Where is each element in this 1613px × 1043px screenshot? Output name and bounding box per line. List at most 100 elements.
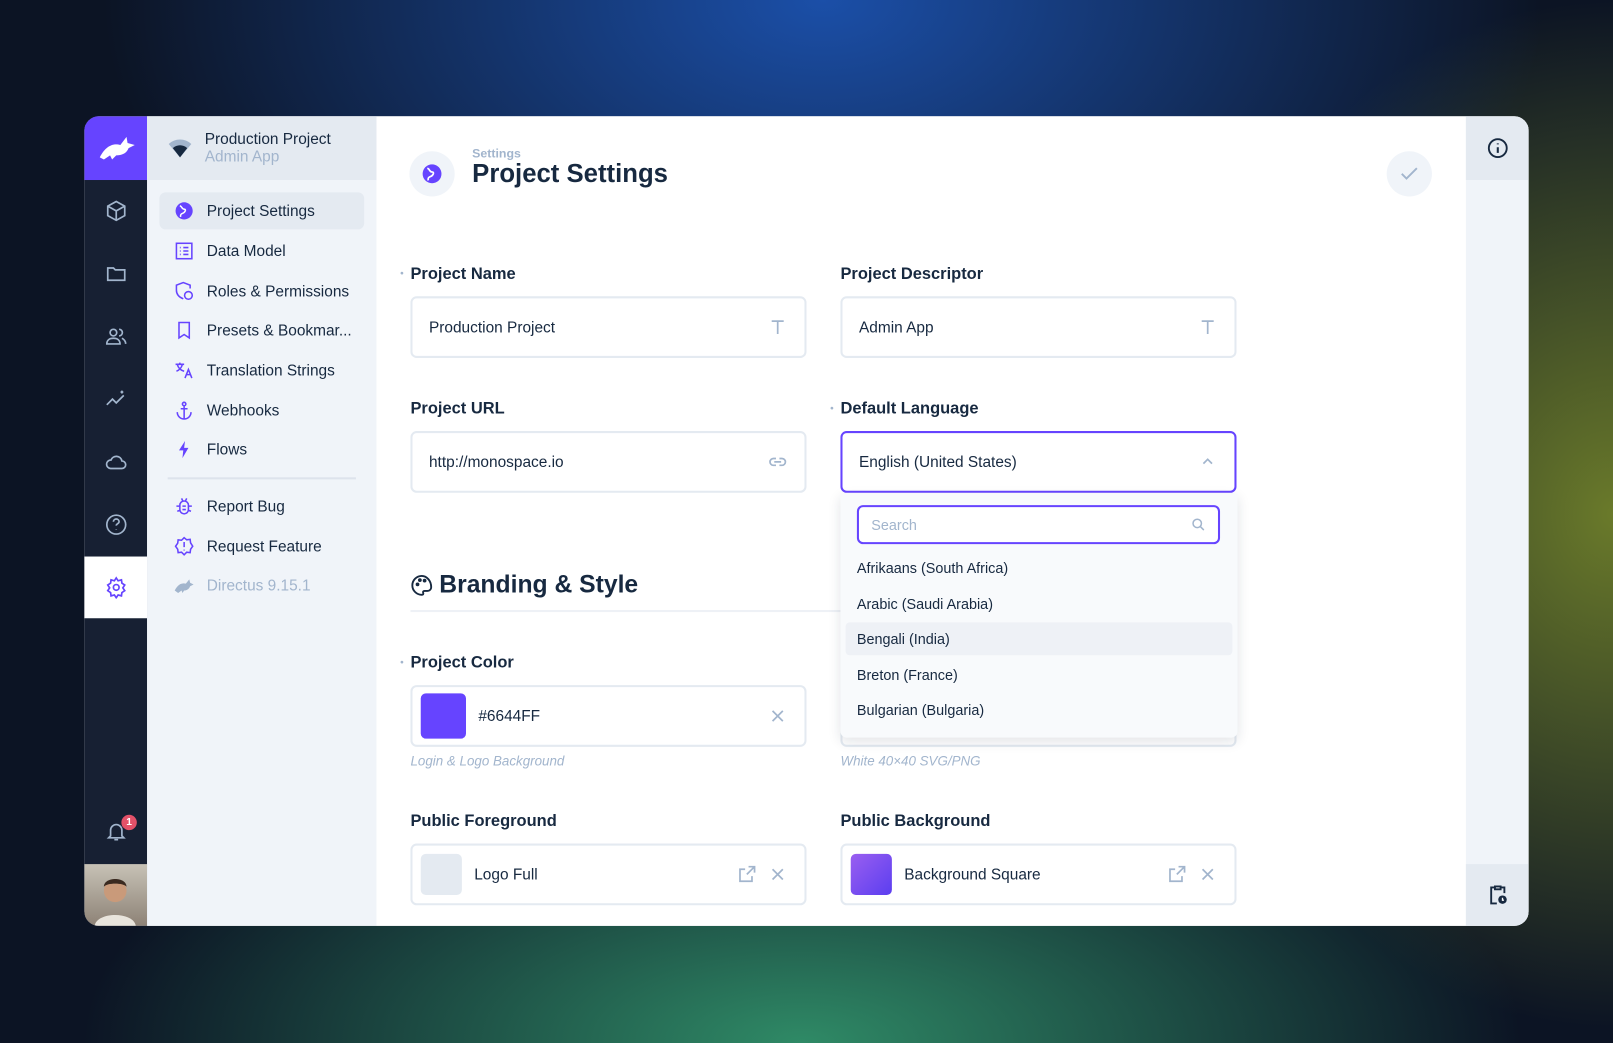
public-foreground-label: Public Foreground bbox=[410, 812, 557, 831]
avatar-photo bbox=[94, 879, 136, 926]
nav-item-translation-strings[interactable]: Translation Strings bbox=[159, 352, 364, 389]
version-label: Directus 9.15.1 bbox=[206, 576, 311, 595]
help-icon bbox=[105, 514, 127, 535]
content-module-button[interactable] bbox=[84, 180, 147, 242]
default-language-select[interactable]: English (United States) bbox=[840, 431, 1237, 493]
close-icon[interactable] bbox=[767, 864, 788, 885]
users-module-button[interactable] bbox=[84, 306, 147, 368]
rabbit-logo-icon bbox=[99, 136, 135, 160]
section-divider bbox=[410, 610, 843, 613]
version-info: Directus 9.15.1 bbox=[159, 567, 364, 604]
project-url-input[interactable]: http://monospace.io bbox=[410, 431, 807, 493]
notifications-button[interactable]: 1 bbox=[84, 800, 147, 862]
feature-icon bbox=[174, 536, 194, 556]
info-button[interactable] bbox=[1465, 116, 1529, 181]
public-foreground-input[interactable]: Logo Full bbox=[410, 843, 807, 906]
nav-item-data-model[interactable]: Data Model bbox=[159, 232, 364, 269]
file-thumbnail bbox=[420, 853, 462, 895]
nav-label: Flows bbox=[206, 440, 248, 459]
settings-icon bbox=[106, 576, 126, 599]
sidebar-right bbox=[1465, 116, 1529, 926]
close-icon[interactable] bbox=[1197, 864, 1218, 885]
input-value: #6644FF bbox=[478, 707, 541, 725]
input-value: English (United States) bbox=[858, 453, 1017, 471]
help-module-button[interactable] bbox=[84, 494, 147, 556]
activity-button[interactable] bbox=[1465, 864, 1529, 926]
input-value: http://monospace.io bbox=[428, 453, 564, 471]
text-icon bbox=[1201, 320, 1214, 334]
input-value: Background Square bbox=[904, 865, 1041, 884]
settings-navigation: Production Project Admin App Project Sett… bbox=[147, 116, 377, 926]
chevron-up-icon bbox=[1202, 458, 1213, 465]
project-name-label: Project Name bbox=[410, 265, 516, 283]
breadcrumb[interactable]: Settings bbox=[472, 146, 521, 160]
close-icon[interactable] bbox=[767, 706, 788, 727]
project-descriptor-input[interactable]: Admin App bbox=[840, 296, 1237, 358]
page-title: Project Settings bbox=[472, 159, 668, 189]
directus-logo[interactable] bbox=[84, 116, 148, 181]
open-external-icon[interactable] bbox=[737, 864, 758, 885]
search-placeholder: Search bbox=[871, 516, 917, 533]
language-search-input[interactable]: Search bbox=[856, 505, 1221, 545]
language-option[interactable]: Bengali (India) bbox=[845, 622, 1233, 656]
directus-rabbit-icon bbox=[174, 579, 194, 594]
input-value: Production Project bbox=[428, 318, 556, 336]
nav-item-presets-bookmarks[interactable]: Presets & Bookmar... bbox=[159, 312, 364, 349]
nav-item-webhooks[interactable]: Webhooks bbox=[159, 392, 364, 429]
language-dropdown-menu: Search Afrikaans (South Africa) Arabic (… bbox=[840, 493, 1238, 738]
nav-label: Webhooks bbox=[206, 401, 280, 420]
language-option[interactable]: Arabic (Saudi Arabia) bbox=[846, 587, 1233, 620]
clipboard-clock-icon bbox=[1489, 885, 1507, 905]
insights-module-button[interactable] bbox=[84, 368, 147, 430]
notification-badge: 1 bbox=[121, 814, 137, 831]
shield-user-icon bbox=[175, 281, 194, 301]
required-marker: • bbox=[400, 657, 404, 669]
nav-item-request-feature[interactable]: Request Feature bbox=[159, 528, 364, 565]
project-url-label: Project URL bbox=[410, 400, 505, 418]
user-avatar[interactable] bbox=[84, 864, 148, 926]
branding-heading: Branding & Style bbox=[410, 571, 638, 600]
color-swatch[interactable] bbox=[420, 693, 467, 739]
nav-item-report-bug[interactable]: Report Bug bbox=[159, 488, 364, 525]
nav-label: Report Bug bbox=[206, 497, 285, 515]
nav-item-project-settings[interactable]: Project Settings bbox=[159, 192, 365, 230]
project-switcher[interactable]: Production Project Admin App bbox=[147, 116, 377, 181]
settings-module-button[interactable] bbox=[84, 556, 148, 619]
wifi-icon bbox=[168, 139, 192, 158]
nav-label: Roles & Permissions bbox=[206, 282, 350, 300]
cloud-module-button[interactable] bbox=[84, 431, 147, 493]
box-icon bbox=[106, 200, 126, 222]
nav-label: Request Feature bbox=[206, 537, 322, 555]
branding-heading-text: Branding & Style bbox=[439, 570, 639, 599]
bolt-icon bbox=[178, 440, 189, 459]
anchor-icon bbox=[176, 401, 192, 420]
project-name-input[interactable]: Production Project bbox=[410, 296, 807, 358]
app-window: 1 Production Project Admin App Project Se… bbox=[84, 116, 1529, 926]
translate-icon bbox=[175, 362, 193, 379]
default-language-label: Default Language bbox=[840, 400, 979, 418]
text-icon bbox=[771, 320, 784, 334]
globe-icon bbox=[422, 164, 442, 184]
language-option[interactable]: Breton (France) bbox=[846, 658, 1233, 691]
project-descriptor-label: Project Descriptor bbox=[840, 265, 984, 283]
background: 1 Production Project Admin App Project Se… bbox=[0, 0, 1613, 1043]
main-content: Settings Project Settings • Project Name… bbox=[376, 116, 1466, 926]
language-option[interactable]: Afrikaans (South Africa) bbox=[846, 551, 1233, 584]
bookmark-icon bbox=[178, 321, 191, 340]
public-background-input[interactable]: Background Square bbox=[840, 843, 1237, 906]
save-button[interactable] bbox=[1386, 151, 1432, 197]
folder-icon bbox=[106, 267, 126, 282]
module-bar: 1 bbox=[84, 116, 148, 926]
nav-item-flows[interactable]: Flows bbox=[159, 431, 364, 468]
list-icon bbox=[175, 242, 193, 260]
language-option[interactable]: Bulgarian (Bulgaria) bbox=[846, 693, 1233, 726]
search-icon bbox=[1192, 518, 1205, 531]
open-external-icon[interactable] bbox=[1167, 864, 1188, 885]
nav-label: Presets & Bookmar... bbox=[206, 321, 352, 339]
insights-icon bbox=[105, 390, 124, 406]
project-color-input[interactable]: #6644FF bbox=[410, 685, 807, 747]
nav-item-roles-permissions[interactable]: Roles & Permissions bbox=[159, 273, 364, 310]
nav-label: Data Model bbox=[206, 242, 286, 260]
project-color-hint: Login & Logo Background bbox=[410, 753, 565, 769]
files-module-button[interactable] bbox=[84, 243, 147, 305]
